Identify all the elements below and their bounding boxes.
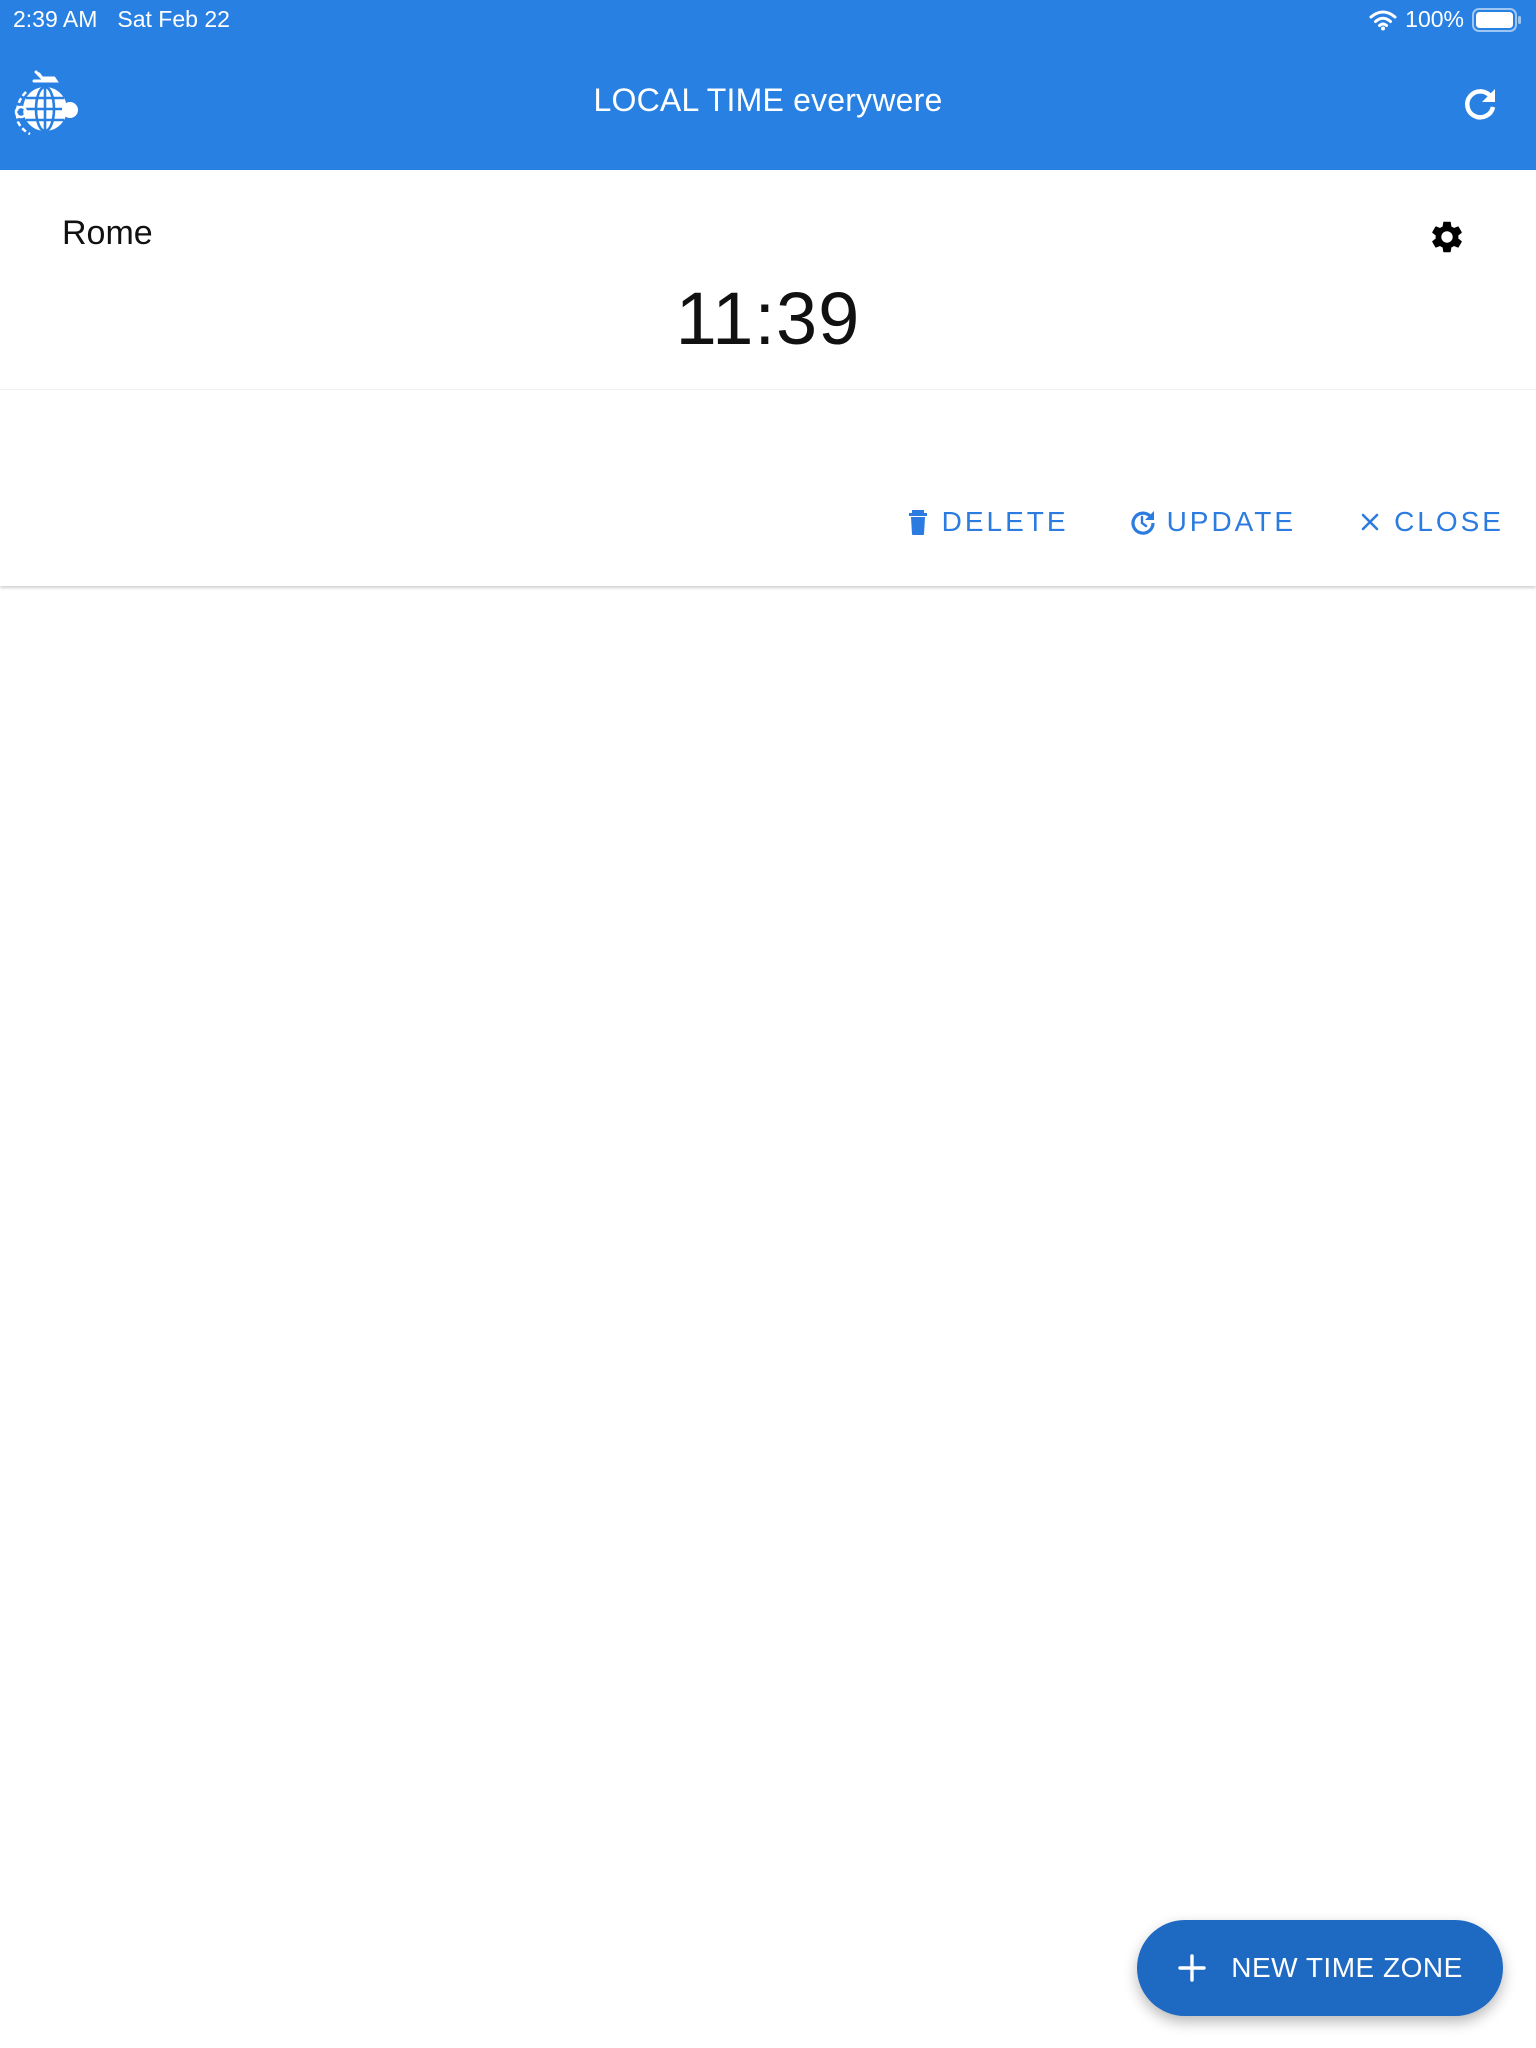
status-right: 100% (1369, 6, 1522, 33)
delete-button[interactable]: DELETE (904, 506, 1069, 538)
status-bar: 2:39 AM Sat Feb 22 100% (0, 0, 1536, 38)
app-title: LOCAL TIME everywere (593, 82, 943, 118)
city-name: Rome (62, 214, 153, 252)
update-label: UPDATE (1166, 506, 1297, 537)
status-date: Sat Feb 22 (117, 6, 230, 32)
gear-icon[interactable] (1428, 218, 1466, 256)
card-actions: DELETE UPDATE CLOSE (904, 506, 1504, 538)
status-left: 2:39 AM Sat Feb 22 (13, 6, 230, 33)
delete-label: DELETE (941, 506, 1069, 537)
trash-icon (904, 508, 932, 536)
time-zone-card[interactable]: Rome 11:39 DELETE UPDATE CLOSE (0, 170, 1536, 586)
refresh-icon[interactable] (1460, 84, 1500, 124)
battery-icon (1472, 7, 1522, 32)
close-button[interactable]: CLOSE (1356, 506, 1504, 538)
plus-icon (1177, 1953, 1207, 1983)
app-bar: 2:39 AM Sat Feb 22 100% LOCAL TIME every… (0, 0, 1536, 170)
battery-percent: 100% (1405, 6, 1464, 32)
close-label: CLOSE (1394, 506, 1504, 537)
card-header: Rome 11:39 (0, 170, 1536, 390)
wifi-icon (1369, 9, 1397, 31)
new-time-zone-button[interactable]: NEW TIME ZONE (1137, 1920, 1503, 2016)
update-clock-icon (1129, 508, 1157, 536)
new-time-zone-label: NEW TIME ZONE (1231, 1952, 1463, 1983)
close-icon (1356, 508, 1384, 536)
toolbar: LOCAL TIME everywere (0, 38, 1536, 170)
update-button[interactable]: UPDATE (1129, 506, 1297, 538)
local-time: 11:39 (675, 277, 861, 360)
status-time: 2:39 AM (13, 6, 98, 32)
